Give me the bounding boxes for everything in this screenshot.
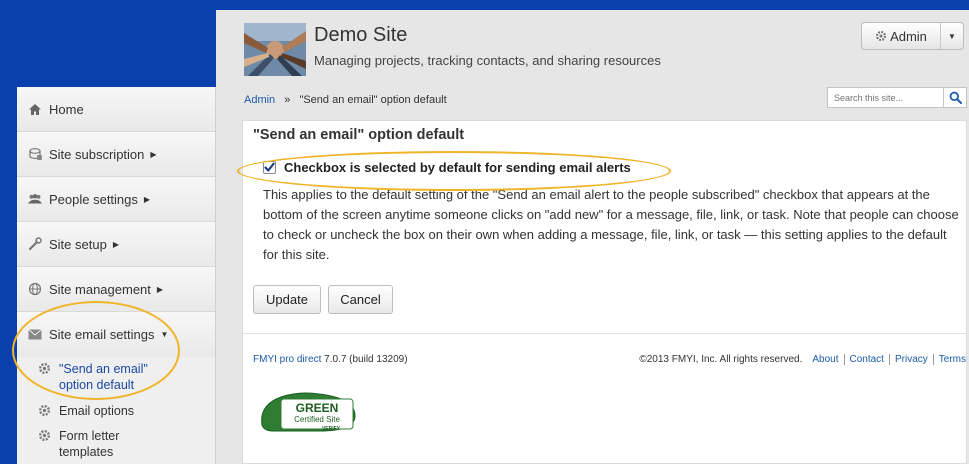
sidebar-item-label: Site setup bbox=[49, 236, 107, 252]
admin-menu-button[interactable]: Admin ▼ bbox=[861, 22, 964, 50]
site-subtitle: Managing projects, tracking contacts, an… bbox=[314, 53, 661, 68]
wrench-icon bbox=[27, 236, 43, 252]
divider bbox=[243, 333, 966, 334]
sidebar-submenu: "Send an email" option default Email opt… bbox=[17, 357, 215, 460]
breadcrumb-separator: » bbox=[284, 94, 291, 106]
green-certified-badge[interactable]: GREEN Certified Site VERIFY bbox=[259, 391, 359, 433]
update-button[interactable]: Update bbox=[253, 285, 321, 314]
sidebar-subitem-label: Form letter templates bbox=[59, 429, 120, 459]
site-search bbox=[827, 87, 967, 108]
footer-version: FMYI pro direct 7.0.7 (build 13209) bbox=[253, 354, 408, 365]
sidebar-subitem-send-email-default[interactable]: "Send an email" option default bbox=[17, 361, 215, 393]
version-text: 7.0.7 (build 13209) bbox=[324, 354, 408, 365]
sidebar-item-label: Site management bbox=[49, 281, 151, 297]
badge-subtitle: Certified Site bbox=[294, 415, 340, 424]
admin-button[interactable]: Admin bbox=[862, 23, 941, 49]
badge-verify: VERIFY bbox=[322, 426, 341, 432]
breadcrumb: Admin » "Send an email" option default bbox=[244, 94, 447, 106]
sidebar-item-people-settings[interactable]: People settings ▶ bbox=[17, 177, 215, 222]
home-icon bbox=[27, 101, 43, 117]
setting-description: This applies to the default setting of t… bbox=[263, 187, 959, 262]
caret-down-icon: ▼ bbox=[160, 330, 169, 339]
caret-down-icon: ▼ bbox=[948, 31, 956, 41]
search-icon bbox=[949, 91, 962, 104]
globe-icon bbox=[27, 281, 43, 297]
default-checkbox-row: Checkbox is selected by default for send… bbox=[263, 160, 631, 175]
email-default-checkbox[interactable] bbox=[263, 161, 276, 174]
site-logo bbox=[244, 23, 306, 76]
sidebar-item-label: People settings bbox=[49, 191, 138, 207]
product-link[interactable]: FMYI pro direct bbox=[253, 354, 321, 365]
caret-right-icon: ▶ bbox=[143, 194, 151, 204]
sidebar-subitem-form-letter-templates[interactable]: Form letter templates bbox=[17, 428, 215, 460]
footer-link-privacy[interactable]: Privacy bbox=[888, 354, 933, 365]
sidebar-item-site-email-settings[interactable]: Site email settings ▼ bbox=[17, 312, 215, 357]
sidebar-item-label: Home bbox=[49, 101, 84, 117]
sidebar-item-label: Site subscription bbox=[49, 146, 145, 162]
footer-link-terms[interactable]: Terms bbox=[932, 354, 966, 365]
sidebar-item-site-management[interactable]: Site management ▶ bbox=[17, 267, 215, 312]
subscription-icon bbox=[27, 146, 43, 162]
caret-right-icon: ▶ bbox=[156, 284, 164, 294]
breadcrumb-admin-link[interactable]: Admin bbox=[244, 94, 275, 106]
search-button[interactable] bbox=[943, 87, 967, 108]
caret-right-icon: ▶ bbox=[112, 239, 119, 249]
main-panel: Demo Site Managing projects, tracking co… bbox=[216, 10, 969, 464]
sidebar-item-home[interactable]: Home bbox=[17, 87, 215, 132]
gear-icon bbox=[38, 429, 52, 443]
checkbox-label[interactable]: Checkbox is selected by default for send… bbox=[284, 160, 631, 175]
gear-icon bbox=[38, 404, 52, 418]
copyright-text: ©2013 FMYI, Inc. All rights reserved. bbox=[639, 354, 803, 365]
breadcrumb-current: "Send an email" option default bbox=[299, 94, 447, 106]
admin-button-label: Admin bbox=[890, 28, 927, 44]
gear-icon bbox=[875, 30, 887, 42]
people-icon bbox=[27, 191, 43, 207]
caret-right-icon: ▶ bbox=[150, 149, 157, 159]
sidebar-item-site-subscription[interactable]: Site subscription ▶ bbox=[17, 132, 215, 177]
gear-icon bbox=[38, 362, 52, 376]
cancel-button[interactable]: Cancel bbox=[328, 285, 393, 314]
sidebar: Home Site subscription ▶ People settings… bbox=[17, 87, 216, 464]
sidebar-item-label: Site email settings bbox=[49, 327, 155, 342]
sidebar-subitem-email-options[interactable]: Email options bbox=[17, 403, 215, 419]
card-title: "Send an email" option default bbox=[253, 127, 465, 143]
admin-dropdown-toggle[interactable]: ▼ bbox=[941, 23, 963, 49]
footer-link-contact[interactable]: Contact bbox=[843, 354, 889, 365]
site-title: Demo Site bbox=[314, 24, 408, 46]
footer-links: ©2013 FMYI, Inc. All rights reserved. Ab… bbox=[639, 354, 966, 365]
search-input[interactable] bbox=[827, 87, 943, 108]
footer-link-about[interactable]: About bbox=[802, 354, 843, 365]
sidebar-subitem-label: "Send an email" option default bbox=[59, 362, 148, 392]
badge-title: GREEN bbox=[296, 401, 339, 415]
sidebar-item-site-setup[interactable]: Site setup ▶ bbox=[17, 222, 215, 267]
sidebar-subitem-label: Email options bbox=[59, 404, 135, 418]
settings-card: "Send an email" option default Checkbox … bbox=[242, 120, 967, 464]
envelope-icon bbox=[27, 327, 43, 343]
